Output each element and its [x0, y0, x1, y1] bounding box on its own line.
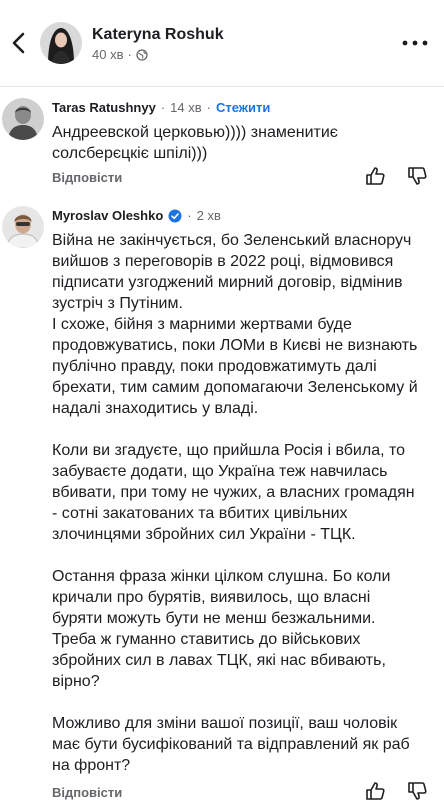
post-meta: 40 хв · — [92, 47, 148, 62]
comment-line: зустріч з Путіним. — [52, 295, 183, 312]
comment-line: Треба ж гуманно ставитись до військових — [52, 631, 361, 648]
comment-line: на фронт? — [52, 757, 131, 774]
comment-taras: Taras Ratushnyy · 14 хв · Стежити Андрее… — [0, 98, 444, 194]
more-dots-icon[interactable] — [400, 36, 430, 50]
follow-button[interactable]: Стежити — [216, 100, 270, 115]
post-author-name[interactable]: Kateryna Roshuk — [92, 26, 224, 44]
author-avatar[interactable] — [40, 22, 82, 64]
reply-button[interactable]: Відповісти — [52, 170, 122, 185]
comment-text: Андреевской церковью)))) знаменитиє солс… — [52, 122, 432, 164]
comment-line: брехати, тим самим допомагаючи Зеленсько… — [52, 379, 418, 396]
comment-line: злочинцями збройних сил України - ТЦК. — [52, 526, 356, 543]
comment-line: Коли ви згадуєте, що прийшла Росія і вби… — [52, 442, 406, 459]
comment-author-line: Taras Ratushnyy · 14 хв · Стежити — [52, 100, 271, 115]
comment-line: Остання фраза жінки цілком слушна. Бо ко… — [52, 568, 391, 585]
comment-line: має бути бусифікований та відправлений я… — [52, 736, 410, 753]
comment-author[interactable]: Taras Ratushnyy — [52, 100, 156, 115]
comment-line: - сотні закатованих та вбитих цивільних — [52, 505, 348, 522]
dislike-icon[interactable] — [406, 165, 428, 187]
globe-icon — [136, 48, 148, 61]
reply-button[interactable]: Відповісти — [52, 785, 122, 800]
comment-time: 14 хв — [170, 100, 202, 115]
header-divider — [0, 86, 444, 87]
comment-line: вбивати, при тому не чужих, а власних гр… — [52, 484, 415, 501]
dislike-icon[interactable] — [406, 780, 428, 802]
comment-line: надалі знаходитись у владі. — [52, 400, 259, 417]
comment-line: вірно? — [52, 673, 100, 690]
comment-line: солсберєцкіє шпілі))) — [52, 145, 208, 162]
post-time: 40 хв — [92, 47, 124, 62]
comment-line: буряти можуть бути не менш безжальними. — [52, 610, 376, 627]
back-chevron-icon[interactable] — [6, 28, 32, 58]
avatar[interactable] — [2, 98, 44, 140]
comment-line: забуваєте додати, що Україна теж навчила… — [52, 463, 388, 480]
like-icon[interactable] — [364, 165, 386, 187]
like-icon[interactable] — [364, 780, 386, 802]
comment-line: продовжуватись, поки ЛОМи в Києві не виз… — [52, 337, 418, 354]
comment-line: Андреевской церковью)))) знаменитиє — [52, 124, 338, 141]
comment-line: кричали про бурятів, виявилось, що власн… — [52, 589, 371, 606]
comment-text: Війна не закінчується, бо Зеленський вла… — [52, 230, 432, 776]
post-header: Kateryna Roshuk 40 хв · — [0, 0, 444, 86]
comment-author-line: Myroslav Oleshko · 2 хв — [52, 208, 221, 223]
comment-line: публічно правду, поки продовжатимуть дал… — [52, 358, 377, 375]
comment-line: збройних сил в лавах ТЦК, які нас вбиваю… — [52, 652, 386, 669]
comment-line: підписати узгоджений мирний договір, від… — [52, 274, 403, 291]
comment-line: Війна не закінчується, бо Зеленський вла… — [52, 232, 412, 249]
comment-author[interactable]: Myroslav Oleshko — [52, 208, 163, 223]
avatar[interactable] — [2, 206, 44, 248]
comment-line: І схоже, бійня з марними жертвами буде — [52, 316, 352, 333]
comment-line: вийшов з переговорів в 2022 році, відмов… — [52, 253, 394, 270]
comment-myroslav: Myroslav Oleshko · 2 хв Війна не закінчу… — [0, 206, 444, 800]
comment-time: 2 хв — [196, 208, 221, 223]
comment-line: Можливо для зміни вашої позиції, ваш чол… — [52, 715, 398, 732]
verified-badge-icon — [168, 209, 182, 222]
